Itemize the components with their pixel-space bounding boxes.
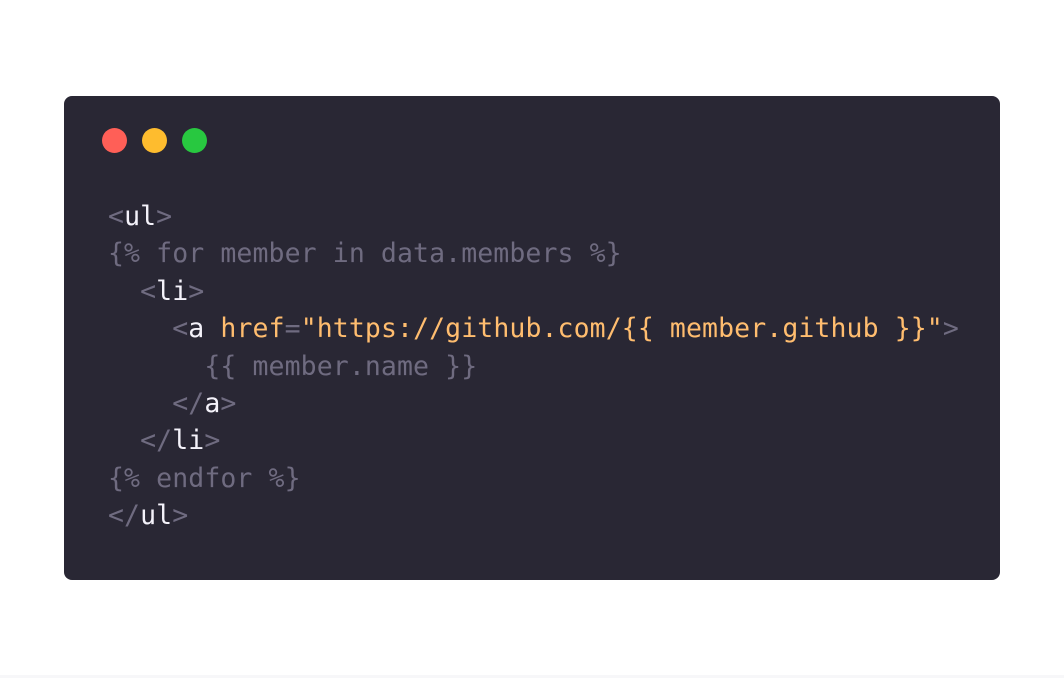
code-token-template: {% for member in data.members %}	[108, 238, 622, 270]
code-token-punctuation: >	[204, 425, 221, 457]
code-token-string: "https://github.com/{{ member.github }}"	[300, 313, 943, 345]
code-token-punctuation: <	[172, 313, 189, 345]
code-line: {% endfor %}	[108, 460, 959, 497]
code-line: <ul>	[108, 198, 959, 235]
code-line: <li>	[108, 273, 959, 310]
code-token-tag: ul	[140, 500, 173, 532]
code-line: </a>	[108, 385, 959, 422]
code-token-tag: a	[188, 313, 205, 345]
code-token-template: {{ member.name }}	[204, 350, 478, 382]
code-line: {{ member.name }}	[108, 348, 959, 385]
code-token-punctuation: </	[140, 425, 173, 457]
code-token-punctuation: >	[188, 275, 205, 307]
close-dot-icon	[102, 128, 127, 153]
code-token-tag	[108, 425, 140, 456]
code-token-tag	[108, 388, 172, 419]
code-token-attribute: href	[220, 313, 285, 345]
code-token-tag	[108, 313, 172, 344]
code-token-tag: li	[156, 275, 189, 307]
code-token-tag	[108, 276, 140, 307]
minimize-dot-icon	[142, 128, 167, 153]
code-line: </ul>	[108, 497, 959, 534]
code-token-tag: ul	[124, 201, 157, 232]
code-token-punctuation: =	[284, 313, 301, 345]
code-block: <ul> {% for member in data.members %} <li…	[108, 198, 959, 535]
code-window: <ul> {% for member in data.members %} <li…	[64, 96, 1000, 580]
code-token-tag	[204, 313, 220, 344]
code-line: </li>	[108, 422, 959, 459]
code-token-tag	[108, 351, 204, 382]
code-token-tag: li	[172, 425, 205, 457]
code-token-punctuation: >	[942, 313, 959, 345]
code-token-punctuation: >	[172, 500, 189, 532]
code-token-tag: a	[204, 387, 221, 419]
code-token-punctuation: </	[108, 500, 141, 532]
code-token-punctuation: <	[108, 201, 125, 232]
code-token-punctuation: >	[220, 387, 237, 419]
code-token-punctuation: <	[140, 275, 157, 307]
code-token-punctuation: >	[156, 201, 173, 232]
code-token-template: {% endfor %}	[108, 462, 301, 494]
code-token-punctuation: </	[172, 387, 205, 419]
code-line: {% for member in data.members %}	[108, 235, 959, 272]
code-line: <a href="https://github.com/{{ member.gi…	[108, 310, 959, 347]
zoom-dot-icon	[182, 128, 207, 153]
